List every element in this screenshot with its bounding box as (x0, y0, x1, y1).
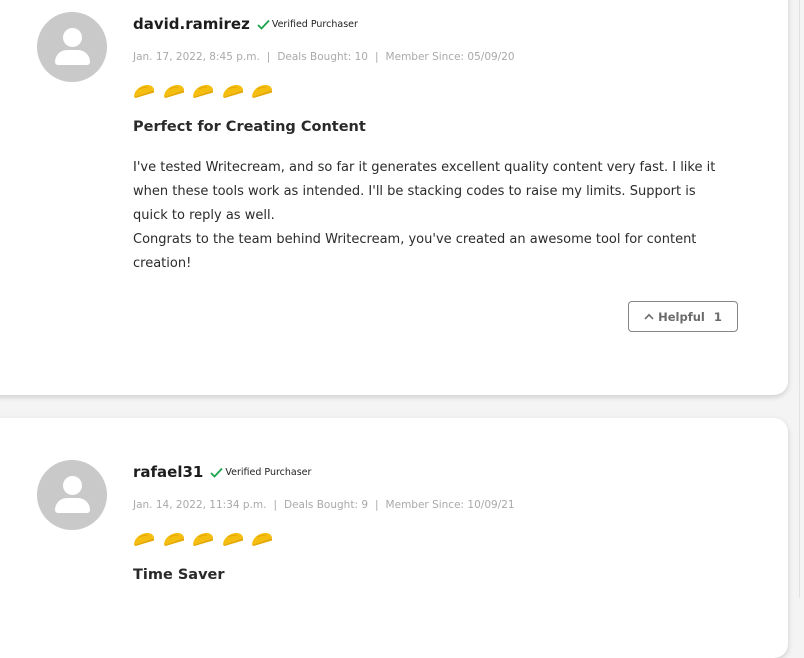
verified-label: Verified Purchaser (271, 18, 358, 30)
helpful-count: 1 (713, 309, 722, 324)
review-date: Jan. 17, 2022, 8:45 p.m. (133, 51, 260, 63)
reviewer-row: david.ramirez Verified Purchaser (133, 15, 358, 33)
review-paragraph: Congrats to the team behind Writecream, … (133, 232, 697, 271)
avatar-head-shape (63, 28, 82, 47)
avatar[interactable] (37, 460, 107, 530)
avatar-body-shape (55, 50, 90, 65)
taco-icon (162, 83, 186, 99)
checkmark-icon (257, 19, 270, 30)
deals-bought: Deals Bought: 10 (277, 51, 368, 63)
reviewer-username[interactable]: david.ramirez (133, 15, 250, 33)
taco-icon (250, 531, 274, 547)
review-date: Jan. 14, 2022, 11:34 p.m. (133, 499, 267, 511)
taco-icon (221, 531, 245, 547)
avatar[interactable] (37, 12, 107, 82)
taco-icon (250, 83, 274, 99)
taco-icon (162, 531, 186, 547)
taco-icon (132, 83, 156, 99)
reviewer-username[interactable]: rafael31 (133, 463, 203, 481)
reviewer-row: rafael31 Verified Purchaser (133, 463, 311, 481)
meta-separator: | (266, 51, 271, 63)
review-meta: Jan. 17, 2022, 8:45 p.m. | Deals Bought: 1… (133, 51, 515, 63)
member-since: Member Since: 10/09/21 (385, 499, 515, 511)
review-card: rafael31 Verified Purchaser Jan. 14, 202… (0, 418, 788, 658)
deals-bought: Deals Bought: 9 (284, 499, 368, 511)
chevron-up-icon (644, 313, 654, 320)
review-body: I've tested Writecream, and so far it ge… (133, 156, 733, 276)
meta-separator: | (273, 499, 278, 511)
member-since: Member Since: 05/09/20 (385, 51, 515, 63)
taco-icon (132, 531, 156, 547)
verified-label: Verified Purchaser (225, 466, 312, 478)
rating-stars (132, 531, 280, 547)
review-title: Time Saver (133, 567, 225, 583)
review-meta: Jan. 14, 2022, 11:34 p.m. | Deals Bought: … (133, 499, 515, 511)
meta-separator: | (375, 51, 379, 63)
taco-icon (191, 531, 215, 547)
helpful-button[interactable]: Helpful 1 (628, 301, 738, 332)
checkmark-icon (210, 467, 224, 478)
taco-icon (191, 83, 215, 99)
review-paragraph: I've tested Writecream, and so far it ge… (133, 160, 716, 223)
page-edge-divider (799, 0, 800, 598)
taco-icon (221, 83, 245, 99)
meta-separator: | (375, 499, 379, 511)
avatar-body-shape (55, 498, 90, 513)
rating-stars (132, 83, 280, 99)
review-card: david.ramirez Verified Purchaser Jan. 17… (0, 0, 788, 395)
verified-badge: Verified Purchaser (257, 19, 358, 30)
avatar-head-shape (63, 476, 82, 495)
helpful-label: Helpful (658, 309, 705, 324)
verified-badge: Verified Purchaser (210, 467, 311, 478)
review-title: Perfect for Creating Content (133, 119, 366, 135)
